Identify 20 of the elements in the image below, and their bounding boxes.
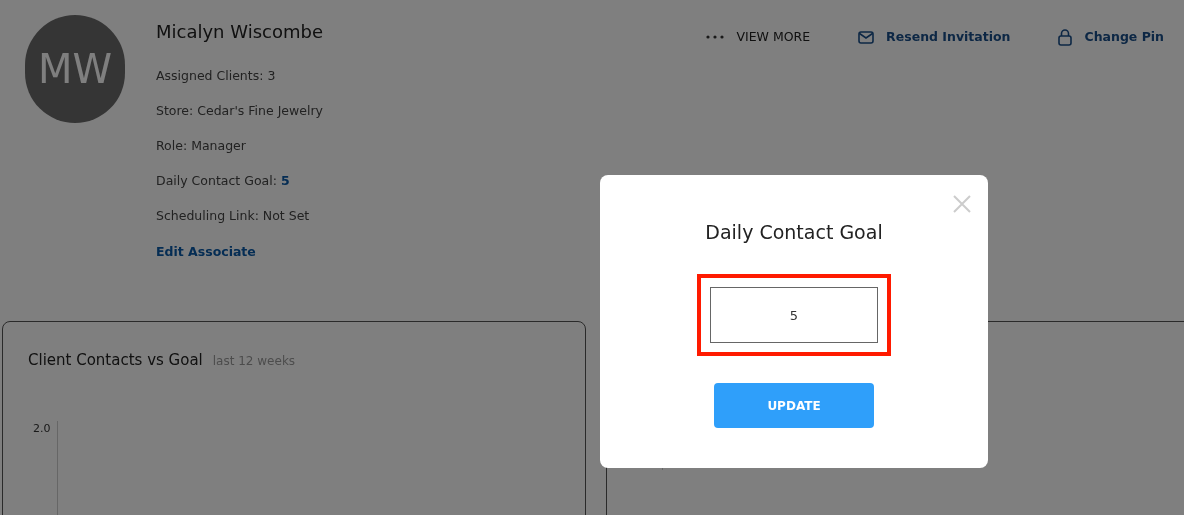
detail-text: Role: Manager	[156, 137, 247, 154]
detail-text: Assigned Clients: 3	[156, 67, 277, 84]
detail-text: Store: Cedar's Fine Jewelry	[156, 102, 323, 119]
modal-title: Daily Contact Goal	[705, 220, 883, 245]
edit-associate-link[interactable]: Edit Associate	[156, 243, 323, 260]
close-icon[interactable]	[952, 194, 972, 214]
detail-text: Scheduling Link: Not Set	[156, 207, 311, 224]
avatar: MW	[25, 15, 125, 123]
resend-invitation-link[interactable]: Resend Invitation	[858, 27, 1011, 47]
more-icon	[706, 35, 725, 39]
goal-input-field[interactable]: 5	[710, 287, 878, 343]
axis-label: 2.0	[33, 421, 51, 435]
change-pin-link[interactable]: Change Pin	[1058, 27, 1164, 47]
lock-icon	[1058, 28, 1073, 46]
update-button[interactable]: UPDATE	[714, 383, 874, 428]
mail-icon	[858, 30, 875, 44]
card-title: Client Contacts vs Goal	[28, 350, 203, 371]
detail-text: Daily Contact Goal: 5	[156, 172, 291, 189]
view-more-link[interactable]: VIEW MORE	[706, 27, 811, 47]
associate-name: Micalyn Wiscombe	[156, 20, 323, 44]
